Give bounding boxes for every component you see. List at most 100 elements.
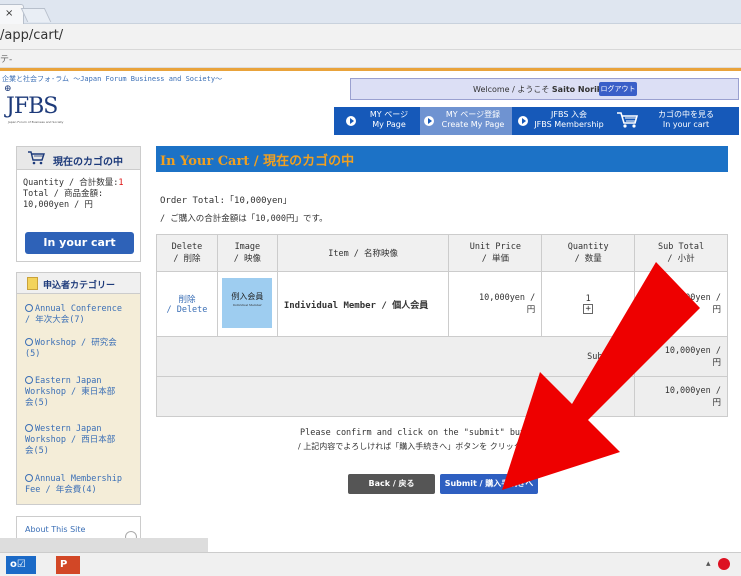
nav-label-ja: JFBS 入会 <box>551 110 587 119</box>
order-total: Order Total:「10,000yen」 <box>160 196 292 206</box>
total-label: Total / 商品金額: <box>23 189 104 199</box>
about-link[interactable]: About This Site <box>25 525 85 534</box>
close-icon[interactable]: × <box>5 8 13 19</box>
header-accent-line <box>0 68 741 71</box>
sidebar-cart-summary: Quantity / 合計数量:1 Total / 商品金額: 10,000ye… <box>16 170 141 230</box>
category-western-japan[interactable]: Western Japan Workshop / 西日本部 会(5) <box>25 424 115 457</box>
welcome-prefix: Welcome / ようこそ <box>473 85 550 94</box>
address-bar[interactable]: /app/cart/ <box>0 24 741 50</box>
page-title-bar: In Your Cart / 現在のカゴの中 <box>156 146 728 172</box>
logo-subtext: Japan Forum of Business and Society <box>8 120 64 124</box>
quantity-number: 1 <box>585 294 591 304</box>
sidebar-category-header: 申込者カテゴリー <box>16 272 141 294</box>
os-taskbar: o☑ P ▴ <box>0 552 741 576</box>
subtotal-value: 10,000yen / 円 <box>634 336 728 377</box>
delete-cell: 削除 / Delete <box>156 271 218 337</box>
quantity-value: 1 <box>118 178 124 188</box>
col-unit-price: Unit Price / 単価 <box>448 234 543 272</box>
quantity-cell: 1 + <box>541 271 636 337</box>
item-name: Individual Member / 個人会員 <box>276 271 450 337</box>
browser-tab[interactable]: × <box>0 4 24 24</box>
total-value: 10,000yen / 円 <box>634 376 728 417</box>
welcome-bar: Welcome / ようこそ Saito Noriko 様 ログアウト <box>350 78 739 100</box>
play-icon <box>518 116 528 126</box>
url-text[interactable]: /app/cart/ <box>0 28 63 43</box>
bookmarks-bar: テ‐ <box>0 50 741 68</box>
document-icon <box>27 277 38 290</box>
bullet-icon <box>25 304 33 312</box>
site-logo[interactable]: ⊕ JFBS Japan Forum of Business and Socie… <box>4 84 94 126</box>
category-annual-conference[interactable]: Annual Conference / 年次大会(7) <box>25 304 122 326</box>
col-image: Image / 映像 <box>216 234 278 272</box>
cart-icon <box>617 112 638 128</box>
total-row: 10,000yen / 円 <box>155 376 728 417</box>
nav-label-ja: MY ページ <box>369 110 409 119</box>
line-subtotal: 10,000yen / 円 <box>634 271 728 337</box>
welcome-text: Welcome / ようこそ Saito Noriko 様 <box>473 84 618 95</box>
col-delete: Delete / 削除 <box>156 234 218 272</box>
nav-jfbs-membership[interactable]: JFBS 入会 JFBS Membership <box>512 107 608 135</box>
total-label-cell <box>155 376 636 417</box>
delete-link[interactable]: 削除 / Delete <box>166 295 207 315</box>
sidebar-cart-button-wrap: In your cart <box>16 230 141 262</box>
nav-label-en: In your cart <box>662 120 710 129</box>
new-tab-button[interactable] <box>20 8 52 22</box>
bullet-icon <box>25 338 33 346</box>
sidebar-cart-header: 現在のカゴの中 <box>16 146 141 170</box>
confirm-text-ja: / 上記内容でよろしければ「購入手続きへ」ボタンを クリックしてください。 <box>298 442 578 451</box>
item-thumbnail[interactable]: 例入会員 Individual Member <box>222 277 273 328</box>
order-total-ja: / ご購入の合計金額は「10,000円」です。 <box>160 214 328 224</box>
sidebar-cart-title: 現在のカゴの中 <box>53 157 123 168</box>
play-icon <box>424 116 434 126</box>
powerpoint-icon[interactable]: P <box>56 556 80 574</box>
table-header-row: Delete / 削除 Image / 映像 Item / 名称映像 Unit Pr… <box>156 234 728 272</box>
back-button[interactable]: Back / 戻る <box>348 474 435 494</box>
subtotal-label: Subtotal <box>155 336 636 377</box>
nav-label-en: My Page <box>372 120 406 129</box>
logout-button[interactable]: ログアウト <box>599 82 637 96</box>
nav-label-ja: カゴの中を見る <box>658 110 714 119</box>
cart-table: Delete / 削除 Image / 映像 Item / 名称映像 Unit Pr… <box>155 234 728 417</box>
bullet-icon <box>25 474 33 482</box>
category-annual-membership[interactable]: Annual Membership Fee / 年会費(4) <box>25 474 122 496</box>
nav-label-en: Create My Page <box>441 120 505 129</box>
outlook-icon[interactable]: o☑ <box>6 556 36 574</box>
sidebar-category-list: Annual Conference / 年次大会(7) Workshop / 研… <box>16 294 141 505</box>
col-item: Item / 名称映像 <box>276 234 450 272</box>
quantity-label: Quantity / 合計数量: <box>23 178 119 188</box>
nav-my-page[interactable]: MY ページ My Page <box>334 107 420 135</box>
col-quantity: Quantity / 数量 <box>541 234 636 272</box>
page-title: In Your Cart / 現在のカゴの中 <box>160 154 355 169</box>
nav-label-en: JFBS Membership <box>534 120 604 129</box>
col-subtotal: Sub Total / 小計 <box>634 234 728 272</box>
plus-icon[interactable]: + <box>583 304 594 314</box>
browser-tabstrip: × <box>0 0 741 24</box>
thumb-sublabel: Individual Member <box>232 302 262 307</box>
thumb-label: 例入会員 <box>231 291 264 301</box>
tray-expand-icon[interactable]: ▴ <box>706 559 711 569</box>
horizontal-scrollbar[interactable] <box>0 538 208 552</box>
category-eastern-japan[interactable]: Eastern Japan Workshop / 東日本部 会(5) <box>25 376 115 409</box>
confirm-text-en: Please confirm and click on the "submit"… <box>300 428 546 438</box>
site-tagline: 企業と社会フォ‐ラム ～Japan Forum Business and Soc… <box>2 75 223 83</box>
category-workshop[interactable]: Workshop / 研究会 (5) <box>25 338 117 360</box>
nav-in-your-cart[interactable]: カゴの中を見る In your cart <box>610 107 739 135</box>
logo-text: JFBS <box>6 94 58 119</box>
unit-price: 10,000yen / 円 <box>448 271 543 337</box>
table-row: 削除 / Delete 例入会員 Individual Member Indivi… <box>156 271 728 337</box>
bookmark-item[interactable]: テ‐ <box>0 52 12 65</box>
cart-icon <box>28 151 45 165</box>
in-your-cart-button[interactable]: In your cart <box>25 232 134 254</box>
submit-button[interactable]: Submit / 購入手続きへ <box>440 474 538 494</box>
tray-app-icon[interactable] <box>718 558 730 570</box>
bullet-icon <box>25 376 33 384</box>
total-value: 10,000yen / 円 <box>23 200 93 210</box>
nav-create-my-page[interactable]: MY ページ登録 Create My Page <box>420 107 512 135</box>
nav-label-ja: MY ページ登録 <box>445 110 501 119</box>
bullet-icon <box>25 424 33 432</box>
subtotal-row: Subtotal 10,000yen / 円 <box>155 336 728 377</box>
main-nav: MY ページ My Page MY ページ登録 Create My Page J… <box>334 107 739 135</box>
category-title: 申込者カテゴリー <box>43 281 116 291</box>
logo-emblem-icon: ⊕ <box>4 84 12 94</box>
play-icon <box>346 116 356 126</box>
